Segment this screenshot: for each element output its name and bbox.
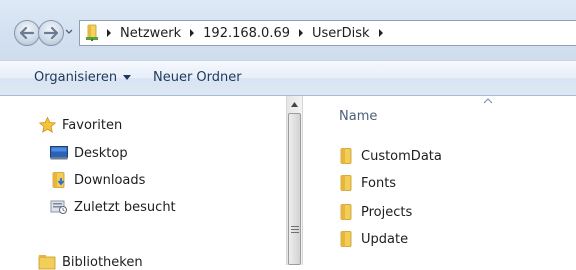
new-folder-label: Neuer Ordner (153, 70, 242, 85)
command-toolbar: Organisieren Neuer Ordner (0, 60, 576, 96)
downloads-label: Downloads (74, 172, 146, 188)
scrollbar-thumb[interactable] (288, 113, 301, 265)
folder-icon (340, 148, 352, 164)
recent-pages-button[interactable] (64, 26, 74, 38)
network-folder-icon (86, 24, 98, 41)
file-name: Fonts (361, 175, 397, 191)
nav-item-recent-places[interactable]: Zuletzt besucht (50, 199, 176, 215)
back-button[interactable] (14, 20, 40, 46)
organize-button[interactable]: Organisieren (34, 70, 132, 85)
nav-item-downloads[interactable]: Downloads (50, 172, 145, 188)
nav-pane-scrollbar[interactable] (286, 96, 303, 265)
libraries-label: Bibliotheken (62, 254, 143, 270)
column-header-name[interactable]: Name (303, 96, 576, 136)
nav-item-favorites[interactable]: Favoriten (38, 117, 122, 133)
file-item[interactable]: Fonts (337, 175, 396, 191)
downloads-folder-icon (50, 172, 68, 188)
nav-item-desktop[interactable]: Desktop (50, 145, 128, 161)
dropdown-caret-icon (123, 74, 132, 80)
chevron-down-icon (65, 29, 73, 34)
navigation-pane: Favoriten Desktop Downloads Zuletzt besu… (0, 96, 286, 270)
scroll-grip-icon (291, 226, 299, 233)
column-header-label: Name (339, 109, 378, 124)
recent-places-label: Zuletzt besucht (74, 199, 176, 215)
breadcrumb-separator-icon[interactable] (186, 27, 198, 39)
file-list-pane: Name CustomData Fonts Projects Update (303, 96, 576, 265)
breadcrumb-network[interactable]: Netzwerk (117, 26, 184, 41)
file-item[interactable]: Update (337, 231, 408, 247)
breadcrumb-separator-icon[interactable] (295, 27, 307, 39)
address-bar-region: Netzwerk 192.168.0.69 UserDisk (0, 0, 576, 60)
libraries-icon (38, 254, 56, 270)
breadcrumb-separator-icon[interactable] (375, 27, 387, 39)
address-input[interactable]: Netzwerk 192.168.0.69 UserDisk (79, 20, 576, 46)
recent-places-icon (50, 199, 68, 215)
breadcrumb-share[interactable]: UserDisk (309, 26, 373, 41)
favorites-label: Favoriten (62, 117, 123, 133)
file-item[interactable]: CustomData (337, 148, 442, 164)
back-arrow-icon (20, 27, 34, 39)
folder-icon (340, 204, 352, 220)
breadcrumb-host[interactable]: 192.168.0.69 (200, 26, 293, 41)
forward-button[interactable] (38, 20, 64, 46)
scroll-up-button[interactable] (287, 96, 302, 113)
desktop-icon (50, 145, 68, 161)
breadcrumb-separator-icon[interactable] (103, 27, 115, 39)
nav-item-libraries[interactable]: Bibliotheken (38, 254, 143, 270)
scroll-up-arrow-icon (291, 102, 298, 107)
desktop-label: Desktop (74, 145, 128, 161)
file-name: Projects (361, 204, 413, 220)
new-folder-button[interactable]: Neuer Ordner (153, 70, 242, 85)
folder-icon (340, 231, 352, 247)
file-item[interactable]: Projects (337, 204, 412, 220)
sort-ascending-icon (483, 98, 493, 104)
star-icon (38, 117, 56, 133)
folder-icon (340, 175, 352, 191)
organize-label: Organisieren (34, 70, 118, 85)
forward-arrow-icon (44, 27, 58, 39)
file-name: Update (361, 231, 409, 247)
file-name: CustomData (361, 148, 442, 164)
